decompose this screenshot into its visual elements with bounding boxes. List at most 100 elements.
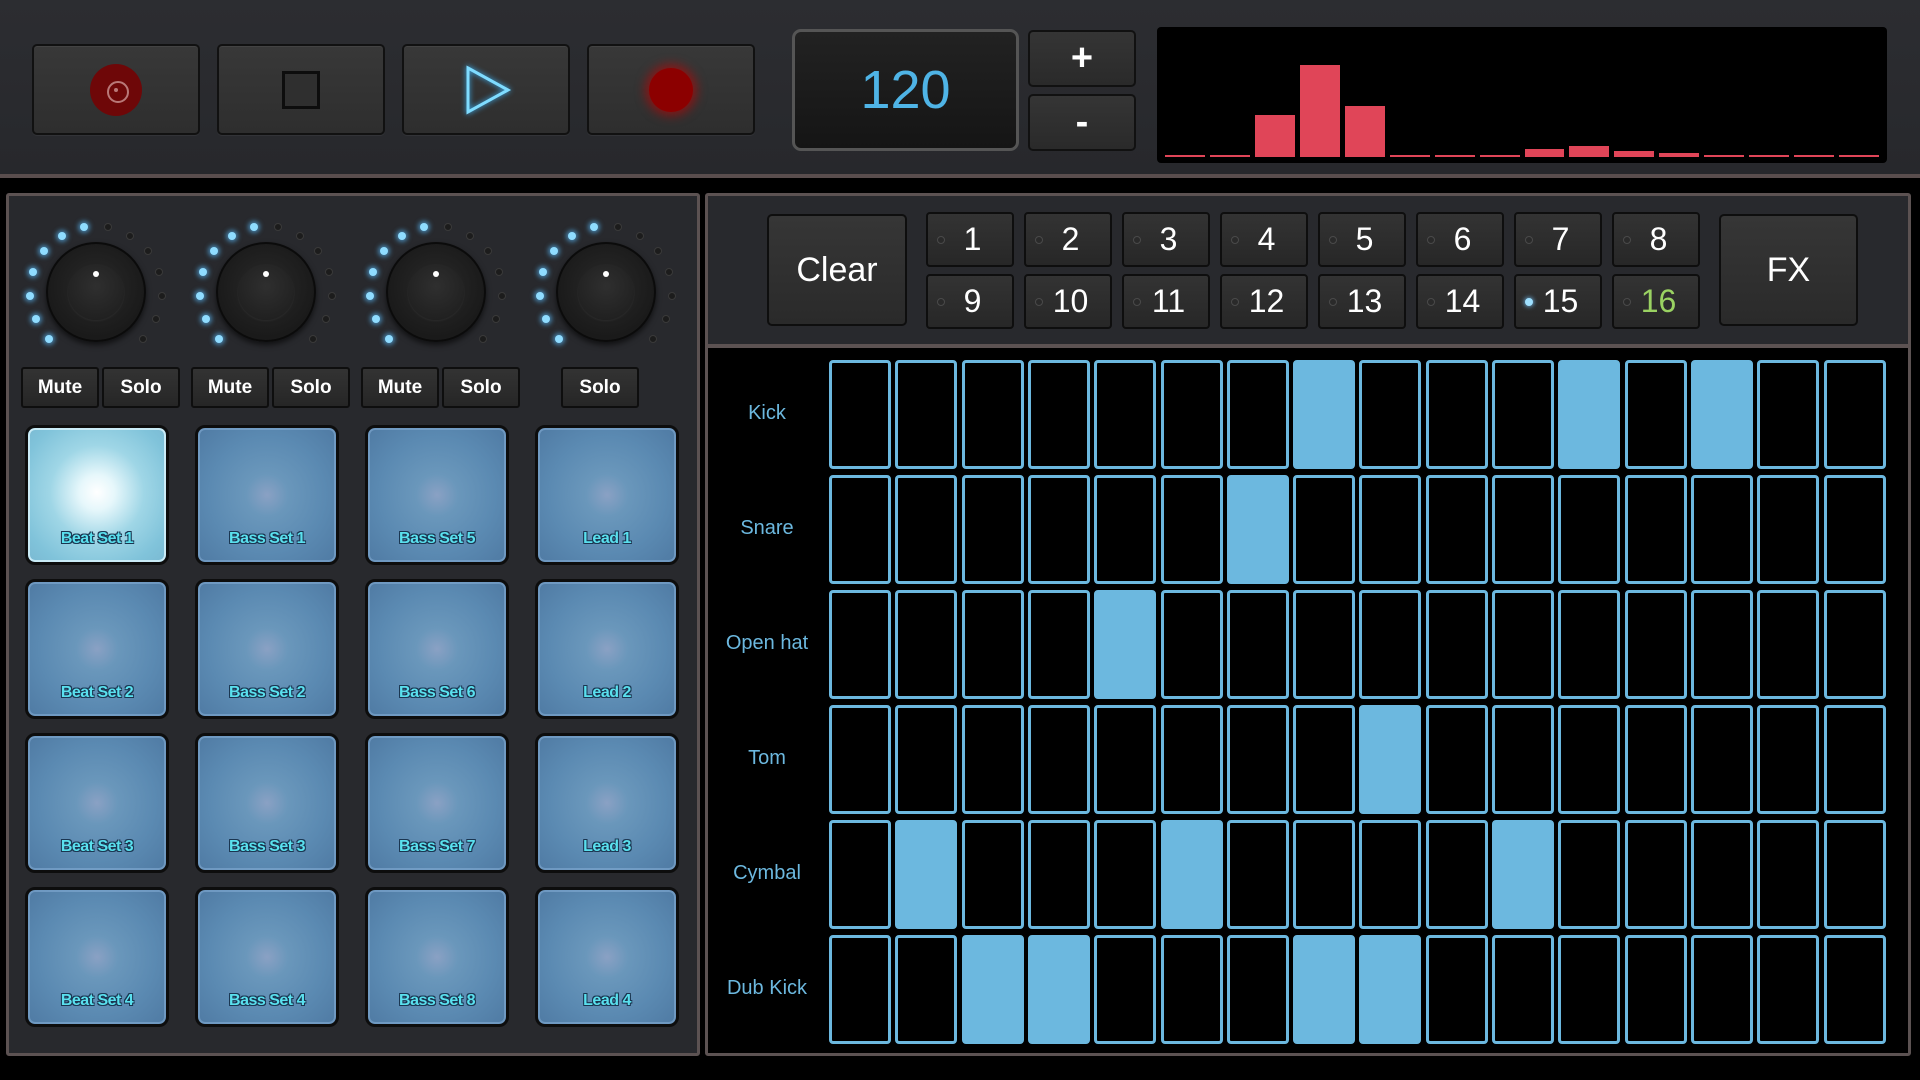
step-cell[interactable] — [1160, 705, 1223, 814]
step-cell[interactable] — [1492, 705, 1554, 814]
step-cell[interactable] — [1823, 360, 1886, 469]
step-button-15[interactable]: 15 — [1514, 274, 1602, 329]
step-cell[interactable] — [1823, 820, 1886, 929]
step-cell[interactable] — [1492, 475, 1554, 584]
sample-pad[interactable]: Lead 4 — [535, 887, 679, 1027]
step-cell[interactable] — [1690, 590, 1753, 699]
step-cell[interactable] — [1027, 705, 1090, 814]
step-button-1[interactable]: 1 — [926, 212, 1014, 267]
step-cell[interactable] — [1226, 820, 1289, 929]
step-cell[interactable] — [1226, 705, 1289, 814]
step-cell[interactable] — [1823, 935, 1886, 1044]
stop-button[interactable] — [217, 44, 385, 135]
step-button-5[interactable]: 5 — [1318, 212, 1406, 267]
step-cell[interactable] — [1293, 705, 1356, 814]
step-cell[interactable] — [1094, 475, 1157, 584]
step-button-7[interactable]: 7 — [1514, 212, 1602, 267]
step-cell[interactable] — [1558, 360, 1621, 469]
step-cell[interactable] — [1823, 475, 1886, 584]
step-cell[interactable] — [1690, 705, 1753, 814]
step-cell[interactable] — [1425, 475, 1488, 584]
step-cell[interactable] — [895, 360, 958, 469]
mute-button[interactable]: Mute — [21, 367, 99, 408]
step-cell[interactable] — [829, 590, 891, 699]
step-cell[interactable] — [1425, 705, 1488, 814]
step-cell[interactable] — [1492, 935, 1554, 1044]
step-cell[interactable] — [1226, 590, 1289, 699]
step-cell[interactable] — [1293, 475, 1356, 584]
step-cell[interactable] — [1094, 935, 1157, 1044]
fx-button[interactable]: FX — [1719, 214, 1858, 326]
step-cell[interactable] — [1690, 475, 1753, 584]
sample-pad[interactable]: Bass Set 6 — [365, 579, 509, 719]
sample-pad[interactable]: Lead 3 — [535, 733, 679, 873]
step-cell[interactable] — [1359, 360, 1422, 469]
step-cell[interactable] — [1027, 360, 1090, 469]
record-disc-button[interactable] — [32, 44, 200, 135]
step-cell[interactable] — [1558, 590, 1621, 699]
step-cell[interactable] — [829, 705, 891, 814]
sample-pad[interactable]: Beat Set 2 — [25, 579, 169, 719]
step-cell[interactable] — [1757, 590, 1820, 699]
step-cell[interactable] — [1558, 475, 1621, 584]
step-button-4[interactable]: 4 — [1220, 212, 1308, 267]
solo-button[interactable]: Solo — [102, 367, 180, 408]
step-cell[interactable] — [1094, 705, 1157, 814]
step-cell[interactable] — [1757, 705, 1820, 814]
step-cell[interactable] — [1823, 705, 1886, 814]
sample-pad[interactable]: Bass Set 8 — [365, 887, 509, 1027]
step-cell[interactable] — [1690, 935, 1753, 1044]
step-cell[interactable] — [895, 820, 958, 929]
step-cell[interactable] — [961, 705, 1024, 814]
step-cell[interactable] — [1359, 475, 1422, 584]
step-cell[interactable] — [895, 935, 958, 1044]
sample-pad[interactable]: Beat Set 4 — [25, 887, 169, 1027]
step-button-2[interactable]: 2 — [1024, 212, 1112, 267]
sample-pad[interactable]: Bass Set 3 — [195, 733, 339, 873]
step-cell[interactable] — [1757, 935, 1820, 1044]
step-button-13[interactable]: 13 — [1318, 274, 1406, 329]
step-cell[interactable] — [1757, 820, 1820, 929]
clear-button[interactable]: Clear — [767, 214, 907, 326]
sample-pad[interactable]: Bass Set 2 — [195, 579, 339, 719]
step-cell[interactable] — [961, 590, 1024, 699]
step-button-12[interactable]: 12 — [1220, 274, 1308, 329]
step-cell[interactable] — [1027, 935, 1090, 1044]
step-cell[interactable] — [829, 475, 891, 584]
step-cell[interactable] — [1160, 590, 1223, 699]
step-cell[interactable] — [1226, 935, 1289, 1044]
step-button-11[interactable]: 11 — [1122, 274, 1210, 329]
step-cell[interactable] — [895, 475, 958, 584]
sample-pad[interactable]: Bass Set 4 — [195, 887, 339, 1027]
sample-pad[interactable]: Bass Set 1 — [195, 425, 339, 565]
step-cell[interactable] — [1425, 820, 1488, 929]
step-cell[interactable] — [961, 360, 1024, 469]
step-cell[interactable] — [1226, 360, 1289, 469]
step-button-8[interactable]: 8 — [1612, 212, 1700, 267]
step-cell[interactable] — [1027, 475, 1090, 584]
step-cell[interactable] — [1160, 935, 1223, 1044]
step-cell[interactable] — [1160, 475, 1223, 584]
step-cell[interactable] — [961, 475, 1024, 584]
step-cell[interactable] — [1226, 475, 1289, 584]
step-button-3[interactable]: 3 — [1122, 212, 1210, 267]
step-button-10[interactable]: 10 — [1024, 274, 1112, 329]
step-cell[interactable] — [1027, 820, 1090, 929]
step-cell[interactable] — [1359, 705, 1422, 814]
step-cell[interactable] — [829, 935, 891, 1044]
step-cell[interactable] — [1558, 935, 1621, 1044]
step-cell[interactable] — [1359, 590, 1422, 699]
step-cell[interactable] — [1558, 705, 1621, 814]
tempo-decrease-button[interactable]: - — [1028, 94, 1136, 151]
sample-pad[interactable]: Bass Set 5 — [365, 425, 509, 565]
step-cell[interactable] — [1690, 360, 1753, 469]
volume-knob[interactable] — [556, 242, 656, 342]
step-cell[interactable] — [1160, 360, 1223, 469]
record-button[interactable] — [587, 44, 755, 135]
step-button-14[interactable]: 14 — [1416, 274, 1504, 329]
step-cell[interactable] — [1094, 360, 1157, 469]
step-cell[interactable] — [1425, 935, 1488, 1044]
solo-button[interactable]: Solo — [561, 367, 639, 408]
step-cell[interactable] — [829, 820, 891, 929]
step-button-9[interactable]: 9 — [926, 274, 1014, 329]
